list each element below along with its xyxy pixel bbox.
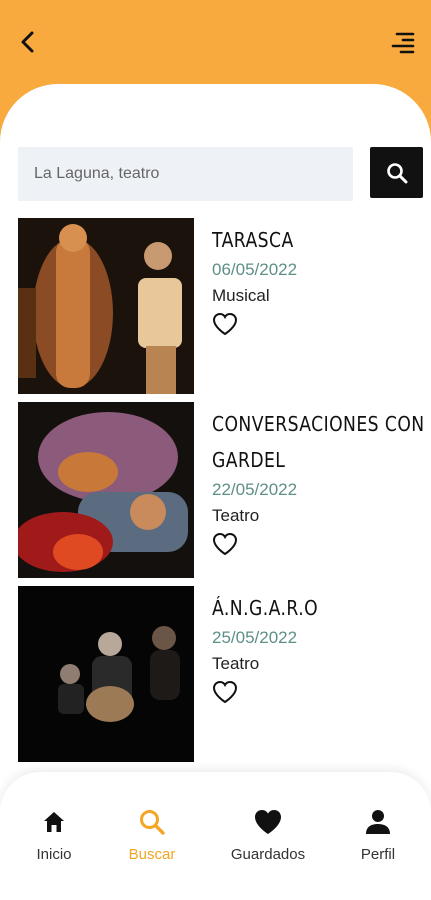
person-icon (366, 810, 390, 834)
event-date: 22/05/2022 (212, 480, 298, 499)
search-icon (140, 810, 165, 835)
event-date: 06/05/2022 (212, 260, 298, 279)
nav-saved-label: Guardados (230, 846, 306, 863)
heart-outline-icon (212, 532, 238, 556)
search-icon (386, 162, 407, 183)
nav-home-label: Inicio (36, 846, 72, 863)
nav-home[interactable]: Inicio (9, 808, 99, 863)
heart-outline-icon (212, 312, 238, 336)
nav-search-label: Buscar (128, 846, 176, 863)
back-button[interactable] (14, 28, 42, 56)
event-category: Musical (212, 286, 270, 305)
menu-button[interactable] (389, 28, 417, 56)
favorite-button[interactable] (212, 680, 238, 704)
event-info: TARASCA 06/05/2022 Musical (212, 222, 422, 336)
search-bar (18, 147, 423, 201)
heart-filled-icon (255, 810, 281, 834)
nav-saved[interactable]: Guardados (223, 808, 313, 863)
home-icon (44, 812, 64, 832)
event-date: 25/05/2022 (212, 628, 298, 647)
event-title-line2: GARDEL (212, 448, 286, 472)
heart-outline-icon (212, 680, 238, 704)
nav-search[interactable]: Buscar (107, 808, 197, 863)
event-title: Á.N.G.A.R.O (212, 596, 319, 620)
event-category: Teatro (212, 654, 260, 673)
event-image[interactable] (18, 402, 194, 578)
search-button[interactable] (370, 147, 423, 198)
back-arrow-icon (21, 31, 34, 53)
event-image[interactable] (18, 218, 194, 394)
favorite-button[interactable] (212, 532, 238, 556)
event-title: CONVERSACIONES CON (212, 412, 425, 436)
event-image[interactable] (18, 586, 194, 762)
nav-profile[interactable]: Perfil (333, 808, 423, 863)
favorite-button[interactable] (212, 312, 238, 336)
event-title: TARASCA (212, 228, 294, 252)
event-category: Teatro (212, 506, 260, 525)
search-input[interactable] (18, 147, 353, 201)
menu-icon (391, 32, 415, 54)
event-info: CONVERSACIONES CON GARDEL 22/05/2022 Tea… (212, 406, 425, 556)
nav-profile-label: Perfil (360, 846, 396, 863)
event-info: Á.N.G.A.R.O 25/05/2022 Teatro (212, 590, 422, 704)
